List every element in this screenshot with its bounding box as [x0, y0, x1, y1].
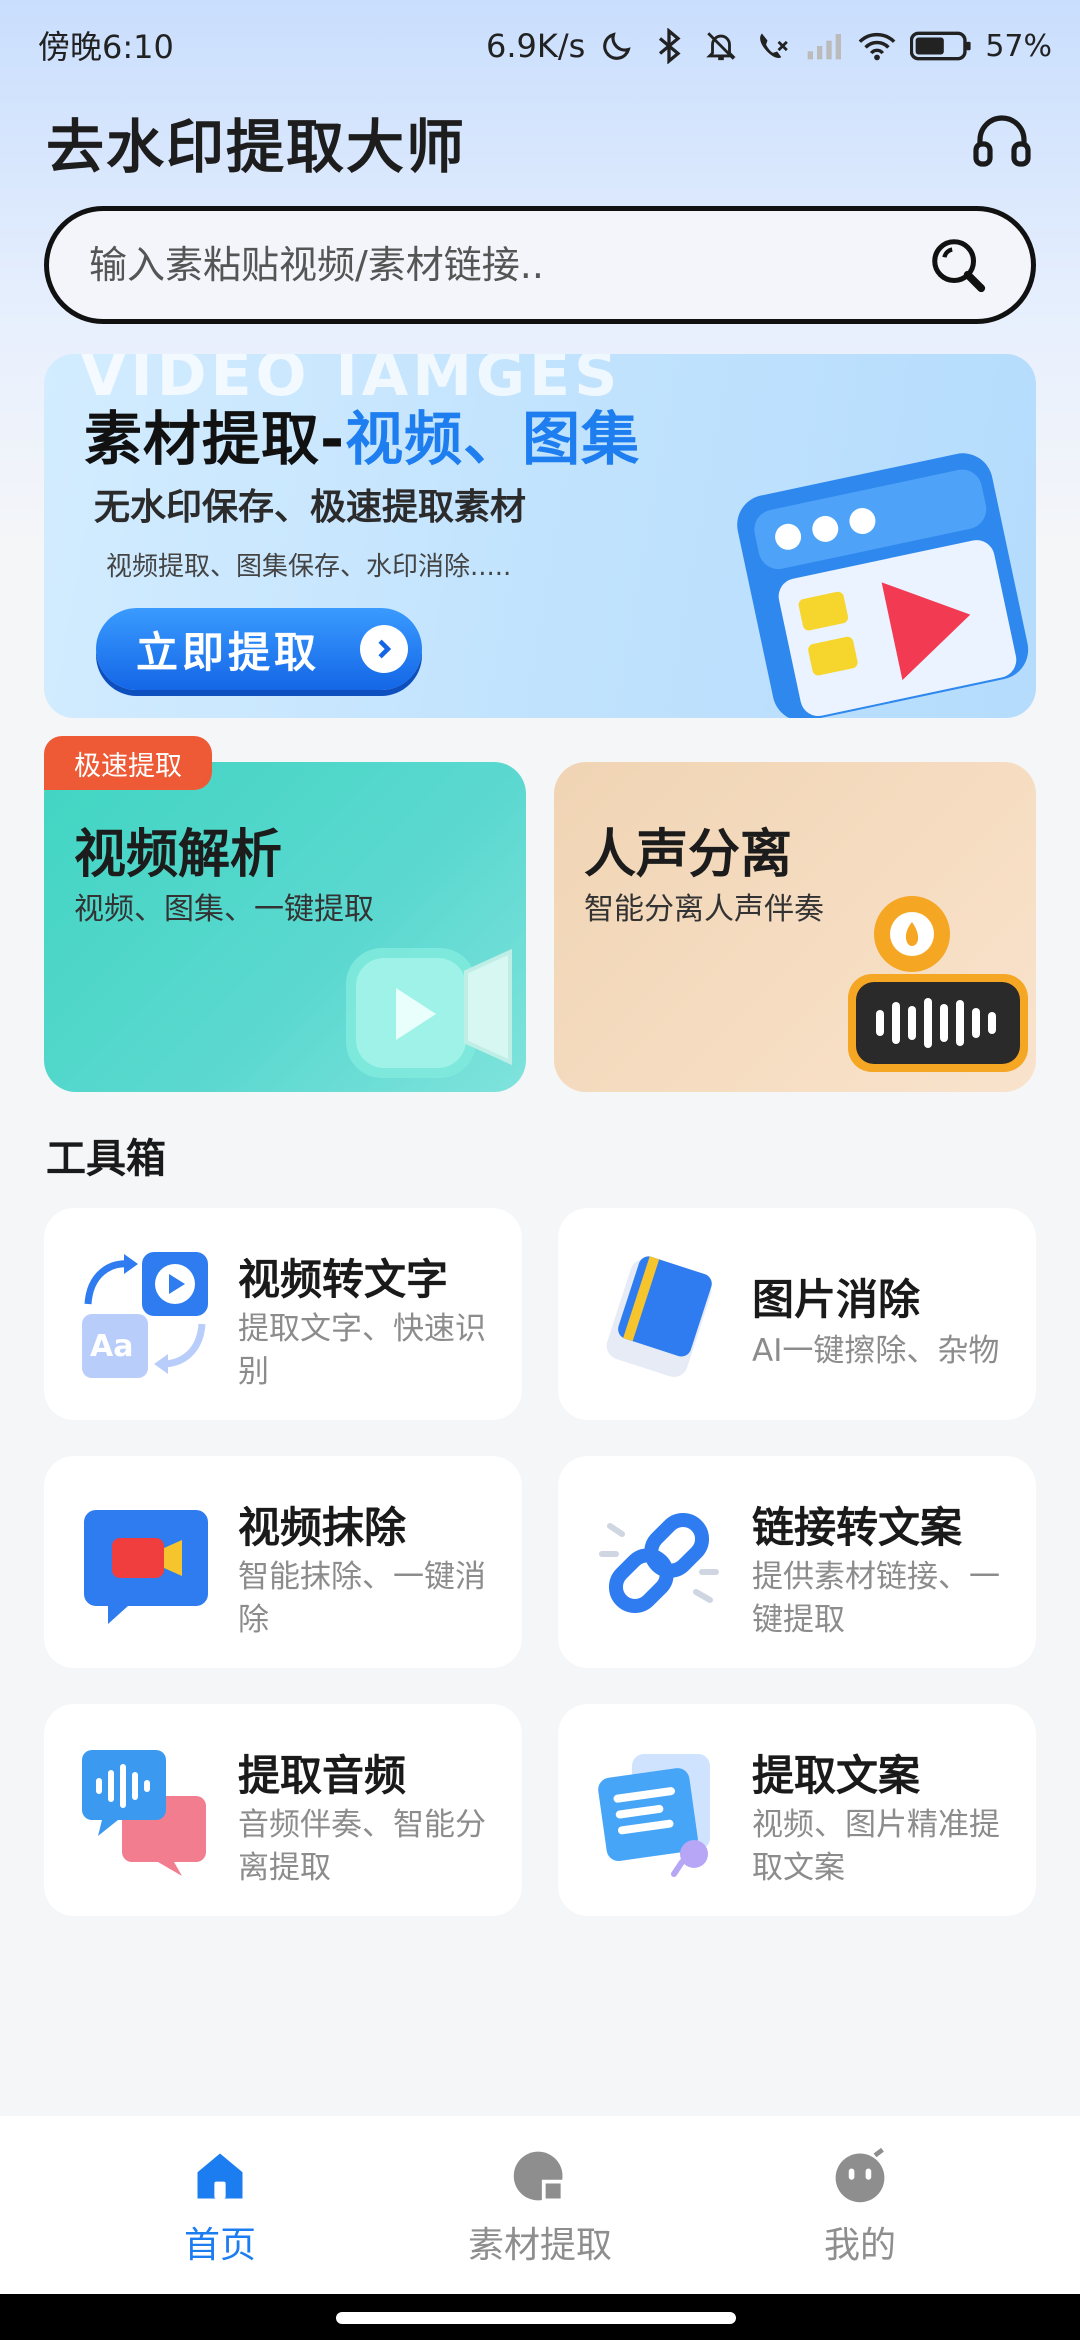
extract-now-label: 立即提取: [136, 627, 321, 677]
fast-extract-badge: 极速提取: [44, 736, 212, 790]
tool-desc: AI一键擦除、杂物: [752, 1333, 1000, 1369]
toolbox-title: 工具箱: [46, 1136, 166, 1182]
tool-video-erase[interactable]: 视频抹除 智能抹除、一键消除: [44, 1456, 522, 1668]
svg-text:Aa: Aa: [90, 1329, 133, 1364]
banner-title-prefix: 素材提取-: [84, 405, 346, 473]
extract-now-button[interactable]: 立即提取: [96, 608, 422, 690]
promo-banner[interactable]: VIDEO IAMGES 素材提取-视频、图集 无水印保存、极速提取素材 视频提…: [44, 354, 1036, 718]
tool-link-to-copy[interactable]: 链接转文案 提供素材链接、一键提取: [558, 1456, 1036, 1668]
nav-profile-label: 我的: [823, 2225, 896, 2266]
banner-description: 视频提取、图集保存、水印消除.....: [106, 552, 512, 582]
network-speed: 6.9K/s: [485, 27, 586, 65]
nav-home-label: 首页: [183, 2225, 256, 2266]
call-off-icon: [753, 26, 793, 66]
nav-home[interactable]: 首页: [100, 2116, 340, 2294]
moon-icon: [597, 26, 637, 66]
video-parse-card[interactable]: 视频解析 视频、图集、一键提取: [44, 762, 526, 1092]
tool-desc: 提供素材链接、一键提取: [752, 1559, 1000, 1638]
tool-title: 视频抹除: [238, 1503, 407, 1552]
nav-extract-label: 素材提取: [467, 2225, 612, 2266]
signal-icon: [805, 26, 845, 66]
search-input[interactable]: [89, 243, 925, 287]
nav-profile[interactable]: 我的: [740, 2116, 980, 2294]
tool-title: 视频转文字: [238, 1255, 449, 1304]
battery-percent: 57%: [985, 28, 1052, 64]
headset-icon[interactable]: [970, 108, 1034, 172]
tool-title: 图片消除: [752, 1275, 921, 1324]
video-erase-icon: [78, 1496, 212, 1630]
tool-desc: 音频伴奏、智能分离提取: [238, 1807, 486, 1886]
banner-subtitle: 无水印保存、极速提取素材: [94, 487, 527, 528]
link-icon: [592, 1496, 726, 1630]
bottom-navigation: 首页 素材提取 我的: [0, 2116, 1080, 2294]
voice-separation-subtitle: 智能分离人声伴奏: [584, 892, 824, 927]
video-parse-title: 视频解析: [74, 825, 283, 885]
tool-desc: 视频、图片精准提取文案: [752, 1807, 1000, 1886]
bluetooth-icon: [649, 26, 689, 66]
extract-icon: [510, 2146, 570, 2206]
status-time: 傍晚6:10: [38, 28, 174, 66]
video-to-text-icon: Aa: [78, 1248, 212, 1382]
app-screen: 傍晚6:10 6.9K/s 57% 去水印提取大师 输入素粘贴视频/素材链接..…: [0, 0, 1080, 2340]
search-icon[interactable]: [925, 232, 991, 298]
sound-wave-icon: [806, 892, 1036, 1092]
tool-desc: 智能抹除、一键消除: [238, 1559, 486, 1638]
chevron-right-icon: [360, 625, 408, 673]
audio-extract-icon: [78, 1744, 212, 1878]
voice-separation-title: 人声分离: [584, 825, 793, 885]
eraser-icon: [592, 1248, 726, 1382]
home-icon: [190, 2146, 250, 2206]
tool-image-erase[interactable]: 图片消除 AI一键擦除、杂物: [558, 1208, 1036, 1420]
browser-play-illustration-icon: [676, 444, 1036, 718]
voice-separation-card[interactable]: 人声分离 智能分离人声伴奏: [554, 762, 1036, 1092]
home-gesture-bar[interactable]: [336, 2312, 736, 2324]
bell-off-icon: [701, 26, 741, 66]
tool-extract-audio[interactable]: 提取音频 音频伴奏、智能分离提取: [44, 1704, 522, 1916]
app-title: 去水印提取大师: [46, 113, 467, 181]
status-indicators: 6.9K/s 57%: [486, 18, 1052, 74]
tool-title: 提取音频: [238, 1751, 407, 1800]
nav-extract[interactable]: 素材提取: [420, 2116, 660, 2294]
banner-title-highlight: 视频、图集: [345, 405, 641, 473]
tool-extract-copy[interactable]: 提取文案 视频、图片精准提取文案: [558, 1704, 1036, 1916]
tool-title: 提取文案: [752, 1751, 921, 1800]
copy-extract-icon: [592, 1744, 726, 1878]
profile-icon: [830, 2146, 890, 2206]
search-bar[interactable]: [44, 206, 1036, 324]
status-bar: 傍晚6:10 6.9K/s 57%: [0, 0, 1080, 92]
video-camera-icon: [296, 892, 526, 1092]
wifi-icon: [857, 26, 897, 66]
tool-desc: 提取文字、快速识别: [238, 1311, 486, 1390]
banner-title: 素材提取-视频、图集: [84, 392, 640, 476]
tool-video-to-text[interactable]: Aa 视频转文字 提取文字、快速识别: [44, 1208, 522, 1420]
tool-title: 链接转文案: [752, 1503, 963, 1552]
battery-icon: [909, 26, 973, 66]
